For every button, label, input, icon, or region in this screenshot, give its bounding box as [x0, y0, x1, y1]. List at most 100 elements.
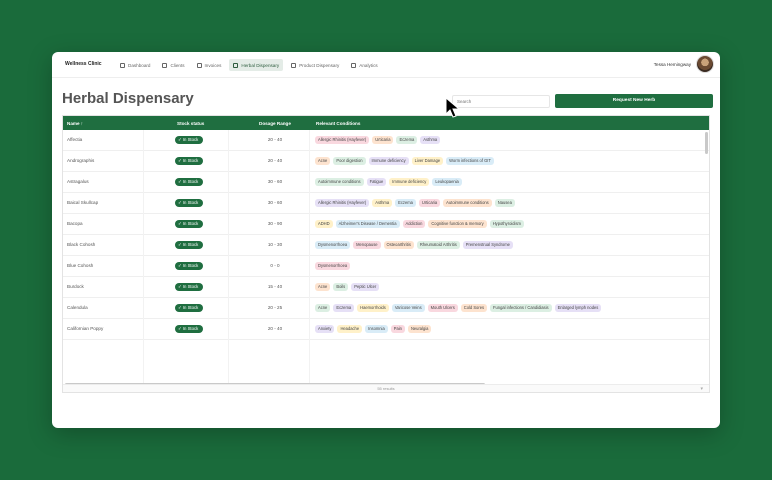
nav-item-invoices[interactable]: Invoices [193, 59, 226, 71]
condition-tags: Anxiety Headache Insomnia Pain Neuralgia [315, 325, 432, 333]
condition-tag[interactable]: Addiction [402, 220, 426, 228]
user-menu[interactable]: Tessa Hemingway [654, 55, 714, 73]
condition-tag[interactable]: Peptic Ulcer [351, 283, 380, 291]
condition-tag[interactable]: Pain [390, 325, 405, 333]
nav-item-label: Product Dispensary [299, 62, 340, 68]
nav-item-dashboard[interactable]: Dashboard [116, 59, 154, 71]
table-row[interactable]: Californian Poppy ✓ In Stock 20 - 40 Anxiet… [63, 319, 709, 340]
condition-tag[interactable]: Hypothyroidism [489, 220, 524, 228]
app-window: Wellness Clinic Dashboard Clients Invoices… [52, 52, 720, 428]
condition-tag[interactable]: Fatigue [366, 178, 387, 186]
condition-tag[interactable]: Immune deficiency [389, 178, 430, 186]
column-header-status[interactable]: Stock status [177, 121, 204, 126]
condition-tag[interactable]: Acne [315, 157, 331, 165]
table-row[interactable]: Blue Cohosh ✓ In Stock 0 - 0 Dysmenorrhoea [63, 256, 709, 277]
condition-tag[interactable]: Varicose Veins [391, 304, 425, 312]
condition-tags: Dysmenorrhoea [315, 262, 351, 270]
condition-tag[interactable]: Allergic Rhinitis (Hayfever) [315, 199, 370, 207]
status-badge: ✓ In Stock [175, 241, 204, 249]
condition-tag[interactable]: Headache [337, 325, 363, 333]
condition-tag[interactable]: Dysmenorrhoea [315, 241, 351, 249]
vertical-scrollbar[interactable] [705, 132, 708, 154]
condition-tag[interactable]: Leukopaenia [432, 178, 462, 186]
nav-item-herbal-dispensary[interactable]: Herbal Dispensary [229, 59, 284, 71]
mouse-cursor-icon [445, 97, 461, 118]
condition-tag[interactable]: Eczema [395, 199, 416, 207]
herb-name: Burdock [67, 284, 84, 289]
condition-tag[interactable]: ADHD [315, 220, 333, 228]
column-header-conditions[interactable]: Relevant Conditions [316, 121, 360, 126]
nav-item-label: Herbal Dispensary [241, 62, 280, 68]
condition-tag[interactable]: Neuralgia [407, 325, 432, 333]
status-badge: ✓ In Stock [175, 199, 204, 207]
condition-tags: Dysmenorrhoea Menopause Osteoarthritis Rheu… [315, 241, 513, 249]
dosage-range: 20 - 40 [267, 137, 283, 142]
condition-tag[interactable]: Osteoarthritis [383, 241, 414, 249]
filter-icon[interactable]: ▾ [700, 386, 703, 392]
condition-tag[interactable]: Fungal infections / Candidiasis [490, 304, 552, 312]
condition-tag[interactable]: Enlarged lymph nodes [554, 304, 602, 312]
condition-tag[interactable]: Immune deficiency [368, 157, 409, 165]
condition-tag[interactable]: Nausea [494, 199, 515, 207]
table-row[interactable]: Affectia ✓ In Stock 20 - 40 Allergic Rhinit… [63, 130, 709, 151]
condition-tag[interactable]: Liver Damage [411, 157, 444, 165]
herb-icon [233, 62, 239, 68]
condition-tag[interactable]: Cognitive function & memory [428, 220, 487, 228]
brand-logo[interactable]: Wellness Clinic [65, 61, 102, 67]
condition-tag[interactable]: Cold Sores [460, 304, 488, 312]
condition-tag[interactable]: Dysmenorrhoea [315, 262, 351, 270]
condition-tag[interactable]: Boils [333, 283, 349, 291]
condition-tag[interactable]: Urticaria [372, 136, 394, 144]
condition-tag[interactable]: Acne [315, 304, 331, 312]
condition-tag[interactable]: Alzheimer's Disease / Dementia [335, 220, 400, 228]
condition-tag[interactable]: Haemorrhoids [357, 304, 389, 312]
condition-tag[interactable]: Poor digestion [333, 157, 366, 165]
condition-tag[interactable]: Anxiety [315, 325, 335, 333]
table-row[interactable]: Baical Skullcap ✓ In Stock 30 - 60 Allergic… [63, 193, 709, 214]
condition-tags: Allergic Rhinitis (Hayfever) Asthma Eczema… [315, 199, 515, 207]
condition-tag[interactable]: Rheumatoid Arthritis [416, 241, 460, 249]
request-new-herb-button[interactable]: Request New Herb [555, 94, 713, 108]
condition-tag[interactable]: Autoimmune conditions [443, 199, 492, 207]
condition-tag[interactable]: Eczema [396, 136, 418, 144]
herb-name: Andrographis [67, 158, 95, 163]
table-row[interactable]: Black Cohosh ✓ In Stock 10 - 30 Dysmenorrho… [63, 235, 709, 256]
column-header-name[interactable]: Name ↑ [67, 121, 83, 126]
main-nav: Dashboard Clients Invoices Herbal Dispensar… [116, 59, 382, 71]
herb-name: Californian Poppy [67, 326, 104, 331]
table-row[interactable]: Bacopa ✓ In Stock 30 - 90 ADHD Alzheimer's D… [63, 214, 709, 235]
condition-tag[interactable]: Menopause [353, 241, 381, 249]
herb-name: Bacopa [67, 221, 83, 226]
condition-tag[interactable]: Premenstrual Syndrome [462, 241, 513, 249]
condition-tag[interactable]: Acne [315, 283, 331, 291]
condition-tag[interactable]: Autoimmune conditions [315, 178, 364, 186]
condition-tag[interactable]: Urticaria [418, 199, 441, 207]
table-row[interactable]: Astragalus ✓ In Stock 30 - 60 Autoimmune co… [63, 172, 709, 193]
condition-tag[interactable]: Worm infections of GIT [446, 157, 494, 165]
condition-tags: Autoimmune conditions Fatigue Immune defic… [315, 178, 462, 186]
user-name: Tessa Hemingway [653, 61, 691, 67]
dosage-range: 30 - 60 [267, 179, 283, 184]
dosage-range: 0 - 0 [270, 263, 280, 268]
nav-item-clients[interactable]: Clients [158, 59, 188, 71]
nav-item-product-dispensary[interactable]: Product Dispensary [287, 59, 343, 71]
condition-tag[interactable]: Mouth Ulcers [427, 304, 458, 312]
condition-tag[interactable]: Eczema [333, 304, 355, 312]
table-row[interactable]: Burdock ✓ In Stock 15 - 40 Acne Boils Peptic … [63, 277, 709, 298]
nav-item-label: Invoices [204, 62, 222, 68]
condition-tag[interactable]: Asthma [372, 199, 393, 207]
avatar[interactable] [696, 55, 714, 73]
table-row[interactable]: Andrographis ✓ In Stock 20 - 40 Acne Poor di… [63, 151, 709, 172]
condition-tag[interactable]: Allergic Rhinitis (Hayfever) [315, 136, 370, 144]
herb-name: Blue Cohosh [67, 263, 94, 268]
nav-item-label: Clients [170, 62, 185, 68]
column-header-dosage[interactable]: Dosage Range [259, 121, 291, 126]
search-input[interactable] [452, 95, 550, 108]
table-row[interactable]: Calendula ✓ In Stock 20 - 25 Acne Eczema Haem… [63, 298, 709, 319]
table-footer: 55 results ▾ [63, 384, 709, 392]
condition-tag[interactable]: Insomnia [365, 325, 388, 333]
dosage-range: 20 - 25 [267, 305, 283, 310]
condition-tag[interactable]: Asthma [420, 136, 441, 144]
dosage-range: 20 - 40 [267, 158, 283, 163]
nav-item-analytics[interactable]: Analytics [347, 59, 381, 71]
